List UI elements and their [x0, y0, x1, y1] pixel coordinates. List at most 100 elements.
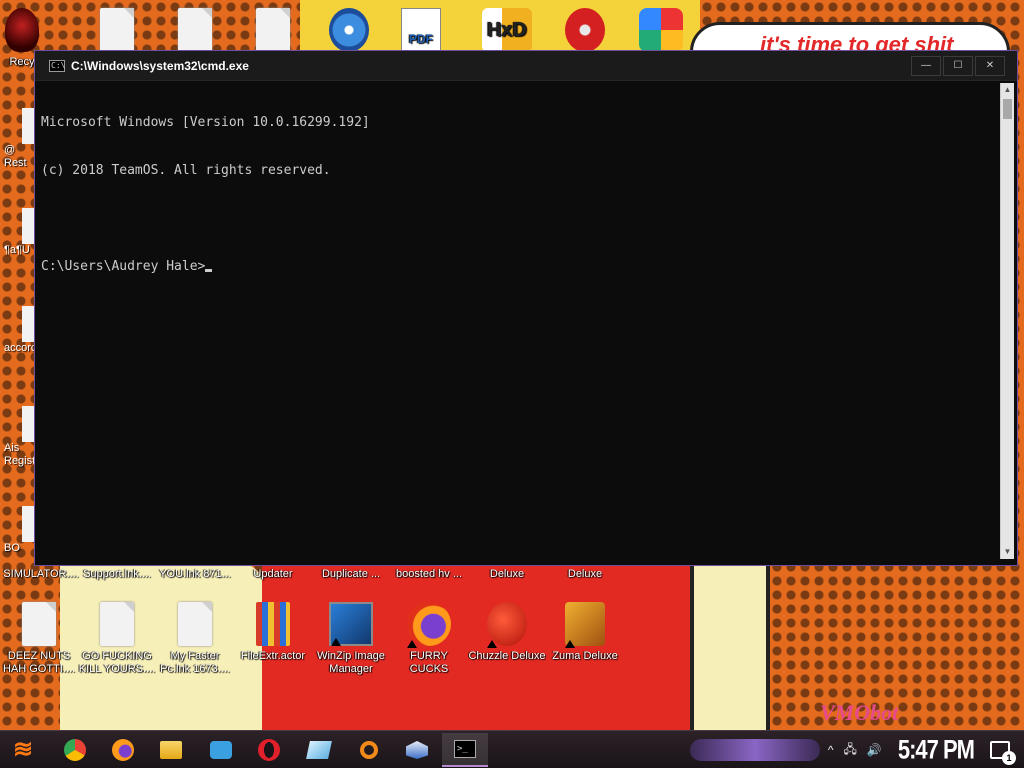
taskbar-decoration: [690, 739, 820, 761]
desktop-icon-label: Deluxe: [567, 568, 603, 580]
cmd-window[interactable]: C:\ C:\Windows\system32\cmd.exe — ☐ ✕ Mi…: [34, 50, 1018, 566]
desktop-icon-go-kill[interactable]: GO FUCKING KILL YOURS....: [78, 602, 156, 676]
chrome-icon: [64, 739, 86, 761]
desktop-icon-label: My Faster Pc.lnk 1673....: [160, 650, 230, 675]
image-manager-icon: [329, 602, 373, 646]
desktop-icon-row1-5[interactable]: Duplicate ...: [312, 568, 390, 581]
desktop-icon-row1-8[interactable]: Deluxe: [546, 568, 624, 581]
zuma-icon: [565, 602, 605, 648]
folder-icon: [160, 741, 182, 759]
box-icon: [406, 741, 428, 759]
desktop-icon-label: @ Rest: [4, 144, 27, 169]
taskbar-app-firefox[interactable]: [100, 733, 146, 767]
file-icon: [178, 8, 212, 52]
taskbar-app-blue[interactable]: [198, 733, 244, 767]
shortcut-arrow-icon: [331, 638, 341, 646]
desktop-icon-label: DEEZ NUTS HAH GOTTI....: [2, 650, 76, 675]
console-line: Microsoft Windows [Version 10.0.16299.19…: [41, 115, 370, 130]
desktop-icon-row1-7[interactable]: Deluxe: [468, 568, 546, 581]
desktop-icon-furry-cucks[interactable]: FURRY CUCKS: [390, 602, 468, 676]
desktop-icon-row1-6[interactable]: boosted hv ...: [390, 568, 468, 581]
desktop-icon-file-1[interactable]: [78, 8, 156, 56]
desktop-icon-radiation-app[interactable]: [546, 8, 624, 56]
desktop-icon-fileextractor[interactable]: FileExtr.actor: [234, 602, 312, 663]
desktop-icon-file-3[interactable]: [234, 8, 312, 56]
close-button[interactable]: ✕: [975, 55, 1005, 76]
file-icon: [100, 8, 134, 52]
taskbar-app-file-explorer[interactable]: [148, 733, 194, 767]
desktop-icon-label: FileExtr.actor: [240, 650, 306, 662]
taskbar-app-dropbox[interactable]: [394, 733, 440, 767]
desktop-icon-left-1[interactable]: @ Rest: [0, 108, 34, 170]
maximize-button[interactable]: ☐: [943, 55, 973, 76]
wallpaper-cream-shape-right: [690, 562, 770, 730]
file-icon: [256, 8, 290, 52]
clock[interactable]: 5:47 PM: [898, 734, 975, 765]
notification-badge: 1: [1002, 751, 1016, 765]
desktop-icon-file-2[interactable]: [156, 8, 234, 56]
desktop-icon-row1-1[interactable]: SIMULATOR....: [2, 568, 80, 581]
desktop-icon-label: Chuzzle Deluxe: [468, 650, 546, 662]
desktop-icon-winzip-image-manager[interactable]: WinZip Image Manager: [312, 602, 390, 676]
desktop-icon-left-3[interactable]: accorc: [0, 306, 34, 355]
file-icon: [100, 602, 134, 646]
desktop-icon-label: Zuma Deluxe: [552, 650, 618, 662]
desktop-icon-row1-4[interactable]: Updater: [234, 568, 312, 581]
taskbar-app-opera[interactable]: [246, 733, 292, 767]
notification-center-icon[interactable]: 1: [990, 741, 1016, 765]
desktop-icon-label: ¶a¶U: [4, 244, 30, 256]
scroll-thumb[interactable]: [1003, 99, 1012, 119]
desktop-icon-left-4[interactable]: Ais Regist: [0, 406, 34, 468]
file-icon: [178, 602, 212, 646]
opera-icon: [258, 739, 280, 761]
window-title: C:\Windows\system32\cmd.exe: [71, 58, 249, 73]
minimize-button[interactable]: —: [911, 55, 941, 76]
file-icon: [22, 506, 34, 542]
colorful-app-icon: [639, 8, 683, 52]
disc-icon: [329, 8, 369, 52]
desktop-icon-label: boosted hv ...: [395, 568, 463, 580]
console-prompt-line: C:\Users\Audrey Hale>: [41, 259, 995, 275]
start-button[interactable]: ≋: [6, 735, 40, 765]
desktop-icon-label: SIMULATOR....: [3, 568, 79, 580]
desktop-icon-label: Updater: [253, 568, 293, 580]
recycle-bin-icon: [5, 8, 39, 52]
desktop-icon-my-faster-pc[interactable]: My Faster Pc.lnk 1673....: [156, 602, 234, 676]
desktop-icon-label: Support.lnk....: [83, 568, 151, 580]
desktop-icon-label: BO: [4, 542, 20, 554]
desktop-icon-left-5[interactable]: BO: [0, 506, 34, 555]
cmd-app-icon: C:\: [49, 59, 66, 72]
desktop-icon-row1-3[interactable]: YOU.lnk 871...: [156, 568, 234, 581]
cmd-titlebar[interactable]: C:\ C:\Windows\system32\cmd.exe — ☐ ✕: [35, 51, 1017, 81]
desktop-icon-disc-app[interactable]: [310, 8, 388, 56]
taskbar-app-cmd[interactable]: >_: [442, 733, 488, 767]
desktop-icon-label: GO FUCKING KILL YOURS....: [78, 650, 156, 675]
desktop-icon-deez-nuts[interactable]: DEEZ NUTS HAH GOTTI....: [0, 602, 78, 676]
network-icon[interactable]: 🖧: [844, 740, 857, 761]
text-cursor: [205, 269, 213, 272]
volume-icon[interactable]: 🔊: [867, 743, 882, 757]
scroll-up-arrow-icon[interactable]: ▲: [1001, 83, 1014, 97]
desktop-icon-hxd-app[interactable]: HxD: [468, 8, 546, 56]
taskbar-app-search[interactable]: [346, 733, 392, 767]
desktop-icon-colorful-app[interactable]: [622, 8, 700, 56]
tray-overflow-chevron-icon[interactable]: ^: [828, 743, 834, 757]
taskbar-app-glass[interactable]: [296, 733, 342, 767]
console-output[interactable]: Microsoft Windows [Version 10.0.16299.19…: [41, 83, 995, 559]
chuzzle-icon: [487, 602, 527, 648]
desktop-icon-label: WinZip Image Manager: [317, 650, 385, 675]
pdf-icon: PDF: [401, 8, 441, 52]
app-window-icon: [210, 741, 232, 759]
desktop-icon-chuzzle-deluxe[interactable]: Chuzzle Deluxe: [468, 602, 546, 663]
file-icon: [22, 406, 34, 442]
desktop-icon-row1-2[interactable]: Support.lnk....: [78, 568, 156, 581]
taskbar-app-chrome[interactable]: [52, 733, 98, 767]
desktop-icon-pdf-app[interactable]: PDF: [382, 8, 460, 56]
scroll-down-arrow-icon[interactable]: ▼: [1001, 545, 1014, 559]
desktop-icon-label: Deluxe: [489, 568, 525, 580]
archive-books-icon: [256, 602, 290, 646]
desktop-icon-zuma-deluxe[interactable]: Zuma Deluxe: [546, 602, 624, 663]
vertical-scrollbar[interactable]: ▲ ▼: [1000, 83, 1014, 559]
desktop-icon-left-2[interactable]: ¶a¶U: [0, 208, 34, 257]
